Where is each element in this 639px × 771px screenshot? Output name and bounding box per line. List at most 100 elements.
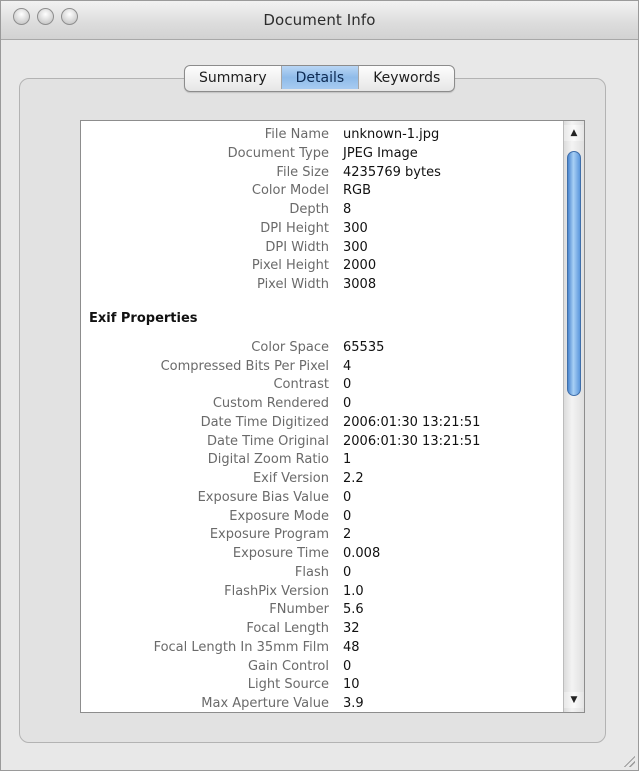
property-row: Exif Version 2.2 — [81, 470, 561, 489]
property-label: Date Time Original — [206, 433, 329, 449]
property-label: Color Space — [251, 339, 329, 355]
property-label: Pixel Width — [257, 277, 329, 292]
property-row: Exposure Program 2 — [81, 526, 561, 545]
details-panel: File Name unknown-1.jpg Document Type JPEG … — [80, 120, 585, 713]
property-row: DPI Height 300 — [81, 220, 561, 239]
vertical-scrollbar[interactable]: ▲ ▼ — [563, 121, 584, 712]
property-label: Focal Length — [246, 621, 329, 636]
property-row: Exposure Mode 0 — [81, 508, 561, 527]
resize-grip-icon[interactable] — [621, 753, 635, 767]
property-value: 2 — [343, 527, 352, 543]
property-row: Date Time Original 2006:01:30 13:21:51 — [81, 433, 561, 452]
property-label: File Size — [276, 164, 329, 180]
property-row: File Size 4235769 bytes — [81, 164, 561, 183]
property-row: File Name unknown-1.jpg — [81, 126, 561, 145]
property-value: 5.6 — [343, 602, 364, 618]
property-value: 8 — [343, 202, 352, 217]
property-value: 0 — [343, 564, 352, 580]
property-value: 2.2 — [343, 471, 364, 486]
property-label: Exposure Bias Value — [197, 489, 329, 505]
property-row: Light Source 10 — [81, 676, 561, 695]
property-value: 0 — [343, 489, 352, 505]
property-label: Custom Rendered — [212, 396, 329, 411]
property-label: Max Aperture Value — [201, 696, 329, 711]
tab-keywords[interactable]: Keywords — [359, 66, 454, 89]
property-value: 32 — [343, 621, 360, 636]
property-row: Contrast 0 — [81, 376, 561, 395]
property-label: Color Model — [251, 183, 329, 199]
tab-summary[interactable]: Summary — [185, 66, 282, 89]
property-row: Color Model RGB — [81, 182, 561, 201]
window-title: Document Info — [263, 11, 376, 29]
property-label: Exposure Program — [209, 527, 329, 543]
property-row: Flash 0 — [81, 564, 561, 583]
property-row: Pixel Width 3008 — [81, 276, 561, 295]
property-value: 300 — [343, 220, 368, 236]
property-value: 2006:01:30 13:21:51 — [343, 414, 481, 430]
property-value: 300 — [343, 239, 368, 255]
property-row: Focal Length 32 — [81, 620, 561, 639]
tab-bar: Summary Details Keywords — [184, 65, 456, 92]
title-bar[interactable]: Document Info — [1, 1, 638, 40]
property-value: 0 — [343, 658, 352, 674]
scroll-down-arrow-icon[interactable]: ▼ — [564, 692, 584, 708]
property-label: DPI Height — [260, 220, 329, 236]
scroll-thumb[interactable] — [567, 151, 581, 396]
property-row: Gain Control 0 — [81, 658, 561, 677]
document-info-window: Document Info Summary Details Keywords F… — [0, 0, 639, 771]
property-value: 1.0 — [343, 583, 364, 599]
property-label: Pixel Height — [251, 258, 329, 274]
property-value: 4 — [343, 358, 352, 374]
property-label: Contrast — [273, 377, 329, 393]
property-value: 0 — [343, 377, 352, 393]
property-value: 1 — [343, 452, 352, 468]
tab-details[interactable]: Details — [281, 66, 360, 89]
property-label: Depth — [289, 202, 329, 217]
property-row: Focal Length In 35mm Film 48 — [81, 639, 561, 658]
property-label: Digital Zoom Ratio — [207, 452, 329, 468]
property-value: 3008 — [343, 277, 377, 292]
property-row: Exposure Time 0.008 — [81, 545, 561, 564]
property-label: Focal Length In 35mm Film — [153, 639, 329, 655]
property-value: RGB — [343, 183, 372, 199]
file-properties: File Name unknown-1.jpg Document Type JPEG … — [81, 126, 561, 295]
property-label: File Name — [264, 127, 329, 142]
property-row: Max Aperture Value 3.9 — [81, 695, 561, 712]
property-label: Exposure Time — [232, 546, 329, 561]
property-value: 4235769 bytes — [343, 164, 441, 180]
property-label: Flash — [294, 564, 329, 580]
property-value: 3.9 — [343, 696, 364, 711]
property-value: unknown-1.jpg — [343, 127, 440, 142]
details-list: File Name unknown-1.jpg Document Type JPEG … — [81, 126, 561, 712]
property-row: Digital Zoom Ratio 1 — [81, 451, 561, 470]
scroll-up-arrow-icon[interactable]: ▲ — [564, 125, 584, 141]
exif-properties: Color Space 65535 Compressed Bits Per Pixe… — [81, 339, 561, 712]
property-row: Color Space 65535 — [81, 339, 561, 358]
property-row: Date Time Digitized 2006:01:30 13:21:51 — [81, 414, 561, 433]
property-value: 10 — [343, 677, 360, 693]
property-value: 2006:01:30 13:21:51 — [343, 433, 481, 449]
property-label: Compressed Bits Per Pixel — [160, 358, 329, 374]
property-value: 0 — [343, 396, 352, 411]
property-row: Exposure Bias Value 0 — [81, 489, 561, 508]
property-row: Compressed Bits Per Pixel 4 — [81, 358, 561, 377]
property-row: FlashPix Version 1.0 — [81, 583, 561, 602]
property-row: Pixel Height 2000 — [81, 257, 561, 276]
property-row: Custom Rendered 0 — [81, 395, 561, 414]
property-label: Document Type — [227, 145, 329, 161]
property-label: Date Time Digitized — [200, 414, 329, 430]
property-value: 0.008 — [343, 546, 381, 561]
property-row: DPI Width 300 — [81, 239, 561, 258]
property-label: Light Source — [247, 677, 329, 693]
property-label: FlashPix Version — [224, 583, 329, 599]
property-row: Document Type JPEG Image — [81, 145, 561, 164]
property-label: DPI Width — [265, 239, 329, 255]
section-heading-exif: Exif Properties — [89, 310, 198, 326]
property-label: FNumber — [269, 602, 329, 618]
property-row: FNumber 5.6 — [81, 601, 561, 620]
property-value: JPEG Image — [343, 145, 418, 161]
property-value: 2000 — [343, 258, 377, 274]
property-value: 65535 — [343, 339, 385, 355]
property-value: 48 — [343, 639, 360, 655]
property-label: Exif Version — [252, 471, 329, 486]
